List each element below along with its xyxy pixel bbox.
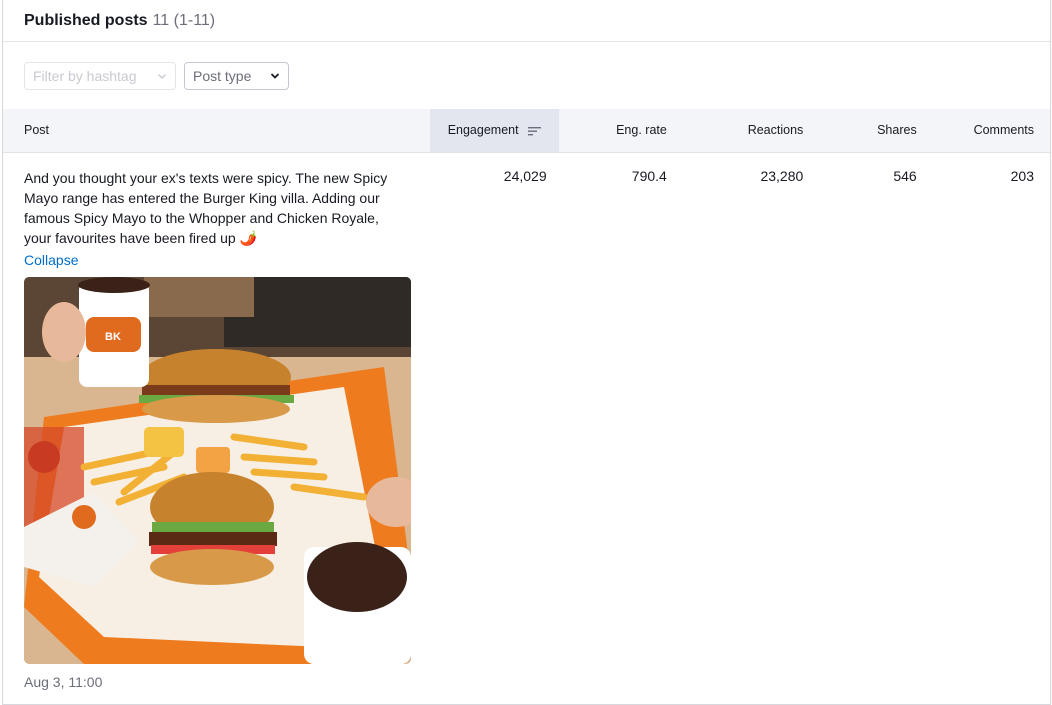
post-date: Aug 3, 11:00 <box>24 673 103 690</box>
panel-title: Published posts <box>24 11 148 29</box>
post-cell: And you thought your ex's texts were spi… <box>3 152 430 690</box>
column-header-eng-rate[interactable]: Eng. rate <box>559 109 675 152</box>
column-header-engagement[interactable]: Engagement <box>430 109 559 152</box>
hashtag-filter-placeholder: Filter by hashtag <box>33 67 137 84</box>
post-type-label: Post type <box>193 67 252 84</box>
filters-bar: Filter by hashtag Post type <box>3 42 1050 109</box>
table-row: And you thought your ex's texts were spi… <box>3 152 1050 690</box>
svg-text:BK: BK <box>105 331 121 343</box>
post-type-dropdown[interactable]: Post type <box>184 61 289 90</box>
table-header-row: Post Engagement Eng. rate Reactions Shar… <box>3 109 1050 152</box>
reactions-value: 23,280 <box>760 167 804 184</box>
sort-descending-icon <box>528 126 542 136</box>
column-header-shares[interactable]: Shares <box>803 109 930 152</box>
collapse-link[interactable]: Collapse <box>24 252 78 268</box>
post-image[interactable]: BK <box>24 276 411 664</box>
chevron-down-icon <box>270 72 280 79</box>
column-header-comments[interactable]: Comments <box>931 109 1050 152</box>
panel-header: Published posts 11 (1-11) <box>3 0 1050 42</box>
published-posts-panel: Published posts 11 (1-11) Filter by hash… <box>2 0 1051 705</box>
engagement-value: 24,029 <box>503 167 547 184</box>
eng-rate-value: 790.4 <box>631 167 667 184</box>
column-header-reactions[interactable]: Reactions <box>675 109 804 152</box>
comments-value: 203 <box>1010 167 1034 184</box>
column-header-post[interactable]: Post <box>3 109 430 152</box>
burger-meal-photo-icon: BK <box>24 276 411 664</box>
post-count: 11 (1-11) <box>152 11 216 29</box>
shares-value: 546 <box>893 167 917 184</box>
post-text: And you thought your ex's texts were spi… <box>24 169 388 246</box>
hashtag-filter-dropdown[interactable]: Filter by hashtag <box>24 61 176 90</box>
chevron-down-icon <box>158 73 166 79</box>
posts-table: Post Engagement Eng. rate Reactions Shar… <box>3 109 1050 690</box>
